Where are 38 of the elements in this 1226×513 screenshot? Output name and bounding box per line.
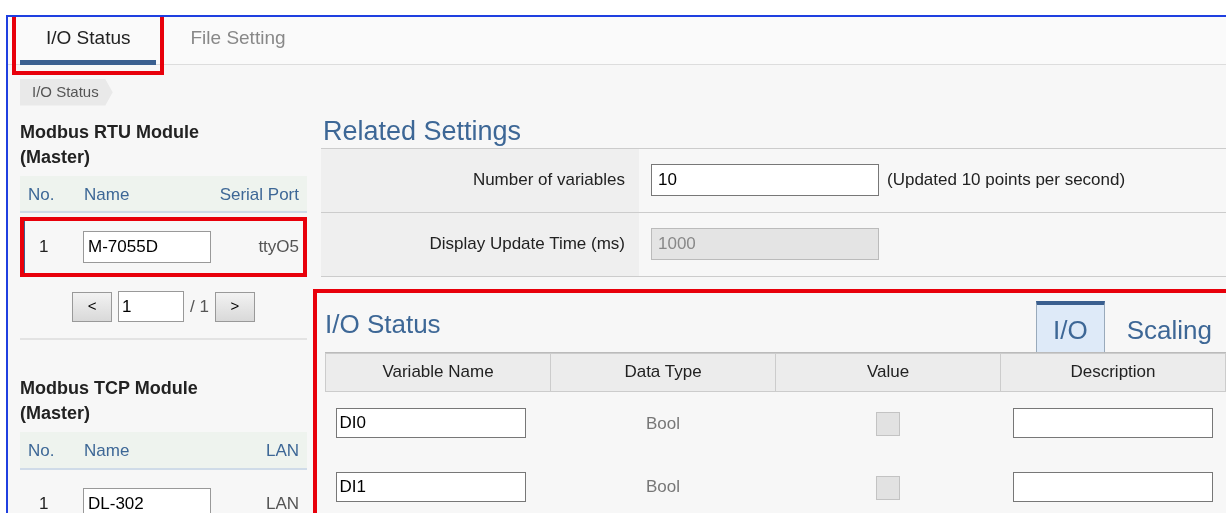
port-label: ttyO5 xyxy=(257,236,300,259)
column-header: LAN xyxy=(264,440,300,462)
column-header: Value xyxy=(775,353,1001,391)
previous-page-button[interactable]: < xyxy=(72,291,113,322)
tab[interactable]: Scaling xyxy=(1112,300,1226,352)
page-total: / 1 xyxy=(190,295,209,318)
page-field[interactable]: 1 xyxy=(118,291,185,322)
module-row[interactable]: 1 DL-302 LAN xyxy=(20,473,307,513)
tab[interactable]: I/O Status xyxy=(20,17,157,65)
section-heading: Related Settings xyxy=(323,114,523,148)
data-type-text: Bool xyxy=(646,413,680,433)
column-header: Name xyxy=(84,440,131,462)
breadcrumb[interactable]: I/O Status xyxy=(20,79,113,106)
column-header: Variable Name xyxy=(325,353,551,391)
row-number: 1 xyxy=(39,236,50,259)
field-label: Display Update Time (ms) xyxy=(321,212,639,276)
column-header: No. xyxy=(28,440,56,462)
field-label: Number of variables xyxy=(321,148,639,212)
row-number: 1 xyxy=(39,492,50,513)
section-heading: Modbus RTU Module (Master) xyxy=(20,120,200,169)
next-page-button[interactable]: > xyxy=(214,291,255,322)
column-header: Serial Port xyxy=(218,183,300,206)
tab[interactable]: I/O xyxy=(1036,300,1105,352)
port-label: LAN xyxy=(264,492,300,513)
column-header: Name xyxy=(84,183,131,206)
column-header: Description xyxy=(1000,353,1226,391)
data-type-text: Bool xyxy=(646,477,680,497)
panel-title: I/O Status xyxy=(325,307,442,341)
description-field[interactable] xyxy=(1012,408,1214,439)
column-header: No. xyxy=(28,183,56,206)
module-row[interactable]: 1 M-7055D ttyO5 xyxy=(20,217,307,277)
column-header: Data Type xyxy=(550,353,776,391)
section-heading: Modbus TCP Module (Master) xyxy=(20,377,199,425)
name-field[interactable]: M-7055D xyxy=(83,231,211,263)
input-field[interactable]: 10 xyxy=(651,164,879,196)
note-text: (Updated 10 points per second) xyxy=(887,169,1126,192)
name-field[interactable]: DL-302 xyxy=(83,487,211,513)
description-field[interactable] xyxy=(1012,472,1214,502)
